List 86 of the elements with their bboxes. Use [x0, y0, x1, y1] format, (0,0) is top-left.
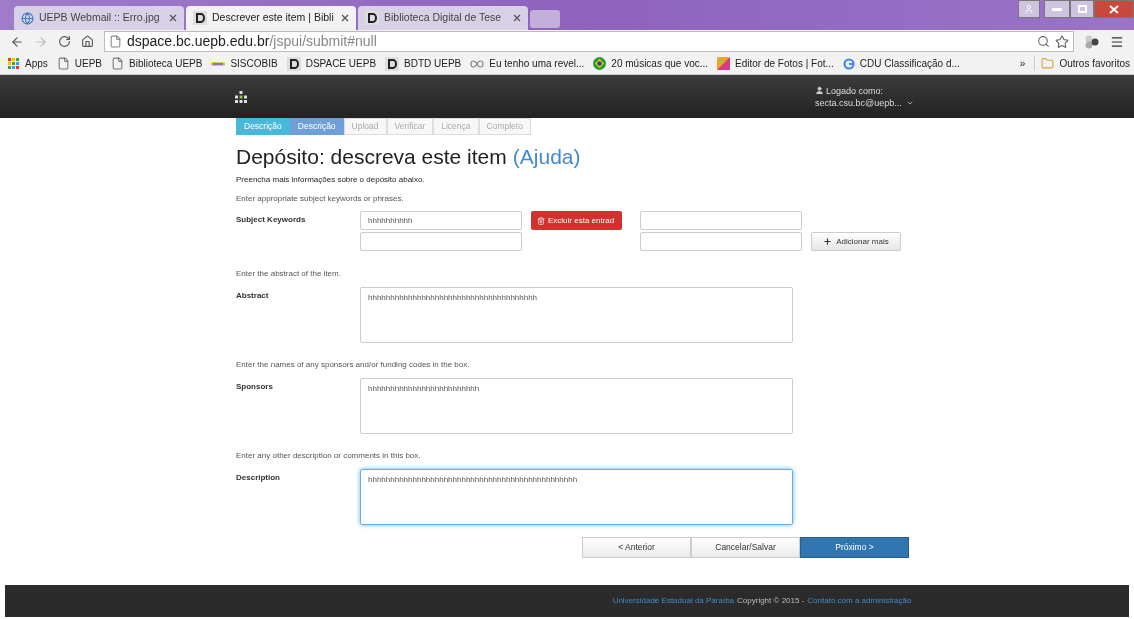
bookmark[interactable]: UEPB — [56, 56, 103, 71]
extension-icon[interactable] — [1084, 34, 1100, 49]
tab-title: Descrever este item | Bibli — [212, 10, 335, 26]
nav-button[interactable]: Próximo > — [800, 537, 909, 558]
dspace-logo-icon[interactable] — [235, 90, 247, 103]
bookmark[interactable]: Apps — [8, 56, 48, 71]
keyword-field[interactable]: hhhhhhhhhh — [360, 211, 522, 230]
dspace-logo-icon — [365, 11, 379, 25]
tab-title: Biblioteca Digital de Tese — [384, 10, 503, 26]
apps-grid-icon — [8, 57, 20, 70]
maximize-icon — [1077, 5, 1087, 13]
bookmark[interactable]: 20 músicas que voc... — [593, 56, 709, 71]
trash-icon — [537, 216, 545, 225]
dspace-logo-icon — [286, 56, 301, 71]
field-hint: Enter any other description or comments in this box. — [236, 450, 422, 462]
field-label: Description — [236, 472, 281, 484]
page-title: Depósito: descreva este item — [236, 144, 507, 170]
bookmarks-overflow[interactable]: » — [1019, 56, 1026, 71]
field-label: Abstract — [236, 290, 270, 302]
nav-button[interactable]: < Anterior — [582, 537, 691, 558]
user-email: secta.csu.bc@uepb... — [815, 96, 902, 109]
minimize-button[interactable] — [1044, 0, 1070, 18]
reload-icon[interactable] — [58, 35, 71, 48]
browser-tab[interactable]: Biblioteca Digital de Tese — [358, 6, 528, 30]
close-icon[interactable] — [513, 14, 521, 22]
url-host: dspace.bc.uepb.edu.br — [127, 32, 270, 51]
text-area[interactable]: hhhhhhhhhhhhhhhhhhhhhhhhhhhhhhhhhhhhhh — [360, 287, 793, 343]
field-hint: Enter the names of any sponsors and/or funding codes in the box. — [236, 359, 471, 371]
bookmark[interactable]: CDU Classificação d... — [842, 56, 960, 71]
address-bar[interactable]: dspace.bc.uepb.edu.br/jspui/submit#null — [104, 31, 1074, 52]
google-g-icon — [842, 57, 855, 70]
menu-icon[interactable] — [1110, 34, 1124, 49]
star-icon[interactable] — [1055, 34, 1069, 49]
other-bookmarks[interactable]: Outros favoritos — [1034, 56, 1130, 71]
bookmark[interactable]: Editor de Fotos | Fot... — [717, 56, 834, 71]
photo-editor-icon — [717, 57, 731, 70]
close-window-button[interactable] — [1094, 0, 1134, 18]
contact-link[interactable]: Contato com a administração — [807, 595, 912, 607]
bookmark[interactable]: DSPACE UEPB — [286, 56, 377, 71]
university-link[interactable]: Universidade Estadual da Paraíba — [612, 595, 735, 607]
maximize-button[interactable] — [1070, 0, 1094, 18]
zoom-icon[interactable] — [1037, 35, 1050, 48]
dspace-logo-icon — [385, 56, 400, 71]
field-hint: Enter the abstract of the item. — [236, 268, 342, 280]
flag-icon — [593, 57, 607, 70]
folder-icon — [1041, 57, 1055, 70]
field-hint: Enter appropriate subject keywords or phrases. — [236, 193, 405, 205]
page-icon — [111, 57, 125, 70]
add-more-button[interactable]: Adicionar mais — [811, 232, 901, 251]
tab-title: UEPB Webmail :: Erro.jpg — [39, 10, 161, 26]
profile-button[interactable] — [1018, 0, 1040, 18]
dspace-logo-icon — [193, 11, 207, 25]
logged-label: Logado como: — [826, 84, 884, 97]
user-menu[interactable]: Logado como: secta.csu.bc@uepb... — [815, 84, 914, 109]
infinity-icon — [470, 58, 485, 69]
copyright-text: Copyright © 2015 - — [737, 595, 805, 607]
browser-tab[interactable]: UEPB Webmail :: Erro.jpg — [14, 6, 184, 30]
text-area[interactable]: hhhhhhhhhhhhhhhhhhhhhhhhh — [360, 378, 793, 434]
person-icon — [815, 86, 824, 95]
bookmark[interactable]: Eu tenho uma revel... — [470, 56, 585, 71]
minimize-icon — [1052, 7, 1062, 11]
globe-icon — [21, 11, 34, 25]
close-icon[interactable] — [341, 14, 349, 22]
plus-icon — [823, 237, 833, 246]
nav-button[interactable]: Cancelar/Salvar — [691, 537, 800, 558]
bookmark[interactable]: SISCOBIB — [211, 56, 278, 71]
back-icon[interactable] — [10, 34, 24, 49]
person-icon — [1024, 4, 1034, 14]
text-area[interactable]: hhhhhhhhhhhhhhhhhhhhhhhhhhhhhhhhhhhhhhhhhhhhhhh — [360, 469, 793, 525]
help-link[interactable]: (Ajuda) — [512, 144, 581, 170]
close-icon — [1109, 4, 1119, 14]
intro-text: Preencha mais informações sobre o depósito abaixo. — [236, 174, 426, 186]
keyword-field[interactable] — [360, 232, 522, 251]
url-path: /jspui/submit#null — [269, 32, 377, 51]
browser-tab[interactable]: Descrever este item | Bibli — [186, 6, 356, 30]
page-icon — [56, 57, 70, 70]
keyword-field[interactable] — [640, 232, 802, 251]
delete-entry-button[interactable]: Excluir esta entrad — [531, 211, 622, 230]
home-icon[interactable] — [81, 35, 94, 48]
bookmark[interactable]: Biblioteca UEPB — [111, 56, 203, 71]
field-label: Sponsors — [236, 381, 274, 393]
page-icon — [109, 35, 122, 48]
bookmark[interactable]: BDTD UEPB — [385, 56, 462, 71]
keyword-field[interactable] — [640, 211, 802, 230]
field-label: Subject Keywords — [236, 214, 307, 226]
close-icon[interactable] — [169, 14, 177, 22]
